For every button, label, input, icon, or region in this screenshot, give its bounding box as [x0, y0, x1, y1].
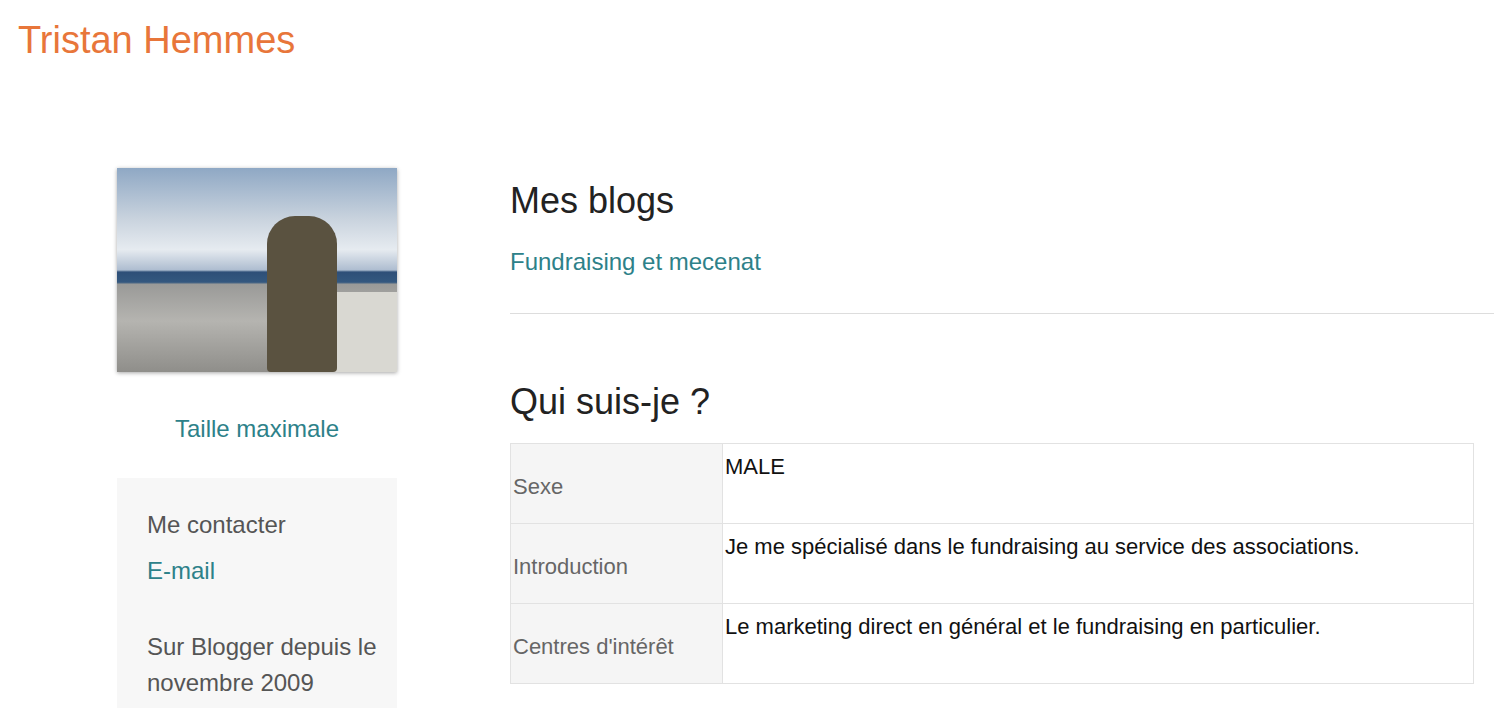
about-row: SexeMALE	[511, 443, 1474, 523]
row-value: MALE	[723, 443, 1474, 523]
profile-title[interactable]: Tristan Hemmes	[18, 18, 295, 64]
profile-photo[interactable]	[117, 168, 397, 372]
row-label: Introduction	[511, 523, 723, 603]
member-since: Sur Blogger depuis le novembre 2009	[147, 629, 387, 701]
row-label: Centres d'intérêt	[511, 603, 723, 683]
full-size-link[interactable]: Taille maximale	[117, 414, 397, 443]
blogs-heading: Mes blogs	[510, 179, 1494, 222]
divider	[510, 313, 1494, 314]
contact-heading: Me contacter	[147, 507, 387, 543]
about-table: SexeMALEIntroductionJe me spécialisé dan…	[510, 443, 1474, 684]
row-value: Le marketing direct en général et le fun…	[723, 603, 1474, 683]
profile-main: Mes blogs Fundraising et mecenat Qui sui…	[510, 168, 1494, 708]
profile-page: Tristan Hemmes Taille maximale Me contac…	[0, 0, 1494, 708]
row-label: Sexe	[511, 443, 723, 523]
profile-body: Taille maximale Me contacter E-mail Sur …	[18, 168, 1494, 708]
blog-list: Fundraising et mecenat	[510, 247, 1494, 276]
email-link[interactable]: E-mail	[147, 553, 387, 589]
blog-link[interactable]: Fundraising et mecenat	[510, 247, 1494, 276]
about-row: Centres d'intérêtLe marketing direct en …	[511, 603, 1474, 683]
sidebar: Taille maximale Me contacter E-mail Sur …	[117, 168, 397, 708]
about-row: IntroductionJe me spécialisé dans le fun…	[511, 523, 1474, 603]
contact-box: Me contacter E-mail Sur Blogger depuis l…	[117, 478, 397, 708]
row-value: Je me spécialisé dans le fundraising au …	[723, 523, 1474, 603]
about-heading: Qui suis-je ?	[510, 380, 1494, 423]
